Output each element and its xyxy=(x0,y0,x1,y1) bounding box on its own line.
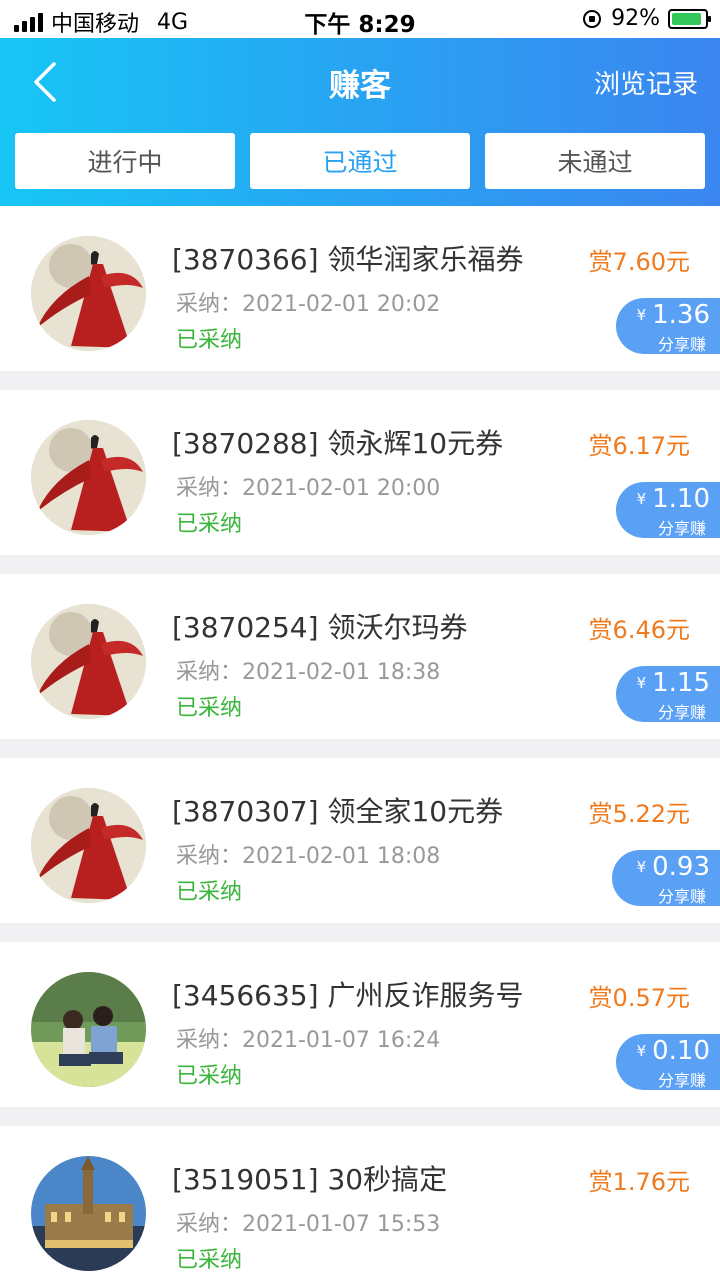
adopted-time: 采纳：2021-02-01 18:08 xyxy=(176,844,441,869)
status-label: 已采纳 xyxy=(176,512,243,537)
nav-bar: 赚客 浏览记录 xyxy=(0,38,720,124)
list-item[interactable]: [3519051] 30秒搞定 采纳：2021-01-07 15:53 已采纳 … xyxy=(0,1126,720,1280)
currency-symbol: ¥ xyxy=(636,1042,647,1060)
share-earn-button[interactable]: ¥0.93 分享赚 xyxy=(612,850,720,906)
reward-amount: 赏0.57元 xyxy=(588,984,690,1012)
adopted-time: 采纳：2021-02-01 18:38 xyxy=(176,660,441,685)
reward-amount: 赏6.17元 xyxy=(588,432,690,460)
battery-percent: 92% xyxy=(611,6,660,31)
status-label: 已采纳 xyxy=(176,696,243,721)
avatar xyxy=(31,604,146,719)
task-title: [3519051] 30秒搞定 xyxy=(172,1163,448,1196)
list-item[interactable]: [3870366] 领华润家乐福券 采纳：2021-02-01 20:02 已采… xyxy=(0,206,720,371)
header-area: 中国移动 4G 下午 8:29 92% 赚客 浏览记录 进行中 已通过 未通过 xyxy=(0,0,720,206)
tab-rejected[interactable]: 未通过 xyxy=(485,133,705,189)
share-label: 分享赚 xyxy=(657,1071,706,1090)
share-amount: 1.36 xyxy=(652,300,710,330)
adopted-time: 采纳：2021-01-07 15:53 xyxy=(176,1212,441,1237)
avatar xyxy=(31,788,146,903)
share-earn-button[interactable]: ¥1.10 分享赚 xyxy=(616,482,720,538)
share-label: 分享赚 xyxy=(657,519,706,538)
reward-amount: 赏5.22元 xyxy=(588,800,690,828)
orientation-lock-icon xyxy=(583,9,602,28)
list-item[interactable]: [3870288] 领永辉10元券 采纳：2021-02-01 20:00 已采… xyxy=(0,390,720,555)
currency-symbol: ¥ xyxy=(636,674,647,692)
list-item[interactable]: [3456635] 广州反诈服务号 采纳：2021-01-07 16:24 已采… xyxy=(0,942,720,1107)
share-amount: 0.10 xyxy=(652,1036,710,1066)
share-label: 分享赚 xyxy=(657,335,706,354)
tab-approved[interactable]: 已通过 xyxy=(250,133,470,189)
task-list: [3870366] 领华润家乐福券 采纳：2021-02-01 20:02 已采… xyxy=(0,206,720,1280)
task-title: [3870254] 领沃尔玛券 xyxy=(172,611,468,644)
battery-icon xyxy=(668,8,711,29)
status-label: 已采纳 xyxy=(176,1248,243,1273)
adopted-time: 采纳：2021-02-01 20:02 xyxy=(176,292,441,317)
share-amount: 1.15 xyxy=(652,668,710,698)
task-title: [3870288] 领永辉10元券 xyxy=(172,427,504,460)
status-right: 92% xyxy=(583,6,711,31)
avatar xyxy=(31,1156,146,1271)
task-title: [3456635] 广州反诈服务号 xyxy=(172,979,524,1012)
currency-symbol: ¥ xyxy=(636,490,647,508)
avatar xyxy=(31,236,146,351)
share-label: 分享赚 xyxy=(657,703,706,722)
tab-in-progress[interactable]: 进行中 xyxy=(15,133,235,189)
avatar xyxy=(31,972,146,1087)
status-label: 已采纳 xyxy=(176,880,243,905)
currency-symbol: ¥ xyxy=(636,306,647,324)
adopted-time: 采纳：2021-01-07 16:24 xyxy=(176,1028,441,1053)
task-title: [3870366] 领华润家乐福券 xyxy=(172,243,524,276)
share-earn-button[interactable]: ¥1.36 分享赚 xyxy=(616,298,720,354)
list-item[interactable]: [3870307] 领全家10元券 采纳：2021-02-01 18:08 已采… xyxy=(0,758,720,923)
status-label: 已采纳 xyxy=(176,328,243,353)
status-label: 已采纳 xyxy=(176,1064,243,1089)
share-earn-button[interactable]: ¥1.15 分享赚 xyxy=(616,666,720,722)
status-tabs: 进行中 已通过 未通过 xyxy=(15,133,705,189)
reward-amount: 赏6.46元 xyxy=(588,616,690,644)
avatar xyxy=(31,420,146,535)
share-amount: 1.10 xyxy=(652,484,710,514)
task-title: [3870307] 领全家10元券 xyxy=(172,795,504,828)
currency-symbol: ¥ xyxy=(636,858,647,876)
share-earn-button[interactable]: ¥0.10 分享赚 xyxy=(616,1034,720,1090)
share-label: 分享赚 xyxy=(657,887,706,906)
status-bar: 中国移动 4G 下午 8:29 92% xyxy=(0,0,720,38)
reward-amount: 赏7.60元 xyxy=(588,248,690,276)
reward-amount: 赏1.76元 xyxy=(588,1168,690,1196)
adopted-time: 采纳：2021-02-01 20:00 xyxy=(176,476,441,501)
share-amount: 0.93 xyxy=(652,852,710,882)
browse-history-link[interactable]: 浏览记录 xyxy=(594,64,698,101)
list-item[interactable]: [3870254] 领沃尔玛券 采纳：2021-02-01 18:38 已采纳 … xyxy=(0,574,720,739)
